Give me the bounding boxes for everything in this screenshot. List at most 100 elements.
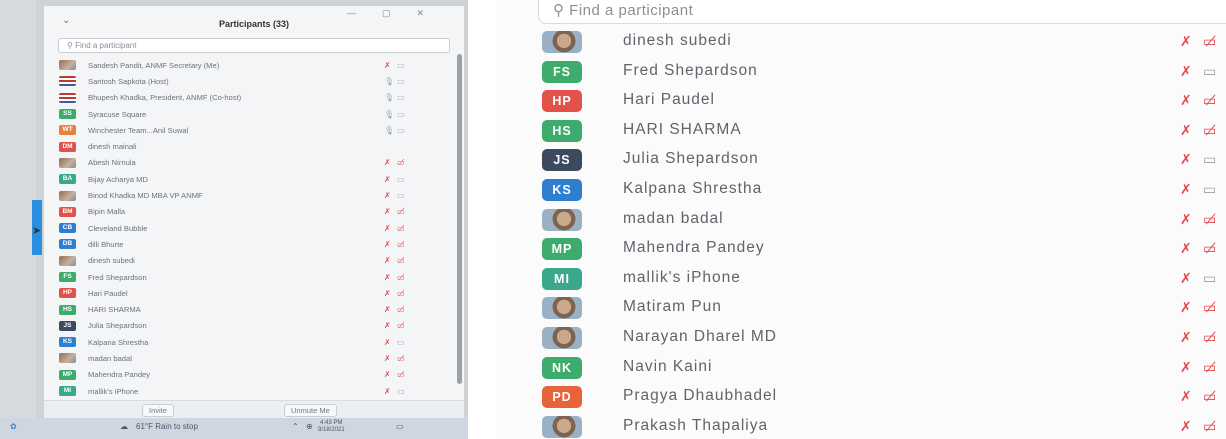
video-icon: ▭: [397, 60, 405, 70]
unmute-me-button[interactable]: Unmute Me: [284, 404, 337, 417]
participant-name: dinesh mainali: [88, 142, 137, 152]
participant-name: dilli Bhurte: [88, 239, 124, 249]
participant-row[interactable]: madan badal ✗ ▭̸: [44, 350, 464, 366]
participant-name: dinesh subedi: [623, 32, 732, 49]
avatar: MP: [542, 238, 582, 261]
participant-row[interactable]: HP Hari Paudel ✗ ▭̸: [44, 285, 464, 301]
search-placeholder: Find a participant: [569, 2, 694, 19]
avatar: HP: [59, 288, 76, 299]
network-icon: ⊕: [306, 422, 313, 431]
mic-muted-icon: ✗: [384, 337, 391, 347]
participant-row[interactable]: Bhupesh Khadka, President, ANMF (Co-host…: [44, 90, 464, 106]
participant-row[interactable]: Matiram Pun ✗ ▭̸: [496, 294, 1226, 324]
participant-row[interactable]: Narayan Dharel MD ✗ ▭̸: [496, 324, 1226, 354]
participant-row[interactable]: MP Mahendra Pandey ✗ ▭̸: [44, 367, 464, 383]
participant-row[interactable]: dinesh subedi ✗ ▭̸: [496, 28, 1226, 58]
mic-muted-icon: ✗: [1180, 151, 1192, 168]
participant-row[interactable]: SS Syracuse Square 🎙 ▭: [44, 106, 464, 122]
mic-muted-icon: ✗: [1180, 299, 1192, 316]
participant-row[interactable]: FS Fred Shepardson ✗ ▭: [496, 58, 1226, 88]
participant-name: Fred Shepardson: [88, 272, 147, 282]
participant-row[interactable]: PD Pragya Dhaubhadel ✗ ▭̸: [496, 383, 1226, 413]
start-icon[interactable]: ✿: [10, 422, 17, 431]
participant-row[interactable]: NK Navin Kaini ✗ ▭̸: [496, 354, 1226, 384]
video-off-icon: ▭̸: [1203, 210, 1217, 227]
participant-row[interactable]: WT Winchester Team...Anil Suwal 🎙 ▭: [44, 122, 464, 138]
avatar: BM: [59, 206, 76, 217]
participant-row[interactable]: BA Bijay Acharya MD ✗ ▭: [44, 171, 464, 187]
left-screenshot: ➤ ⌄ Participants (33) —▢✕ ⚲ Find a parti…: [0, 0, 468, 439]
participant-name: Sandesh Pandit, ANMF Secretary (Me): [88, 60, 220, 70]
notification-icon[interactable]: ▭: [396, 422, 404, 431]
participant-name: Hari Paudel: [88, 288, 128, 298]
clock[interactable]: 4:43 PM 9/18/2021: [318, 420, 345, 434]
participant-name: Winchester Team...Anil Suwal: [88, 125, 189, 135]
taskbar: ✿ ☁ 61°F Rain to stop ⌃ ⊕ 4:43 PM 9/18/2…: [0, 418, 468, 439]
mic-muted-icon: ✗: [384, 256, 391, 266]
participant-name: Prakash Thapaliya: [623, 416, 769, 434]
participant-row[interactable]: madan badal ✗ ▭̸: [496, 206, 1226, 236]
participant-row[interactable]: CB Cleveland Bubble ✗ ▭̸: [44, 220, 464, 236]
participant-row[interactable]: HS HARI SHARMA ✗ ▭̸: [496, 117, 1226, 147]
participant-row[interactable]: DB dilli Bhurte ✗ ▭̸: [44, 236, 464, 252]
participant-row[interactable]: JS Julia Shepardson ✗ ▭̸: [44, 318, 464, 334]
mic-muted-icon: ✗: [384, 207, 391, 217]
video-icon: ▭: [1203, 269, 1217, 286]
participant-row[interactable]: Sandesh Pandit, ANMF Secretary (Me) ✗ ▭: [44, 57, 464, 73]
participant-row[interactable]: BM Bipin Malla ✗ ▭̸: [44, 204, 464, 220]
participant-row[interactable]: HP Hari Paudel ✗ ▭̸: [496, 87, 1226, 117]
participant-row[interactable]: dinesh subedi ✗ ▭̸: [44, 253, 464, 269]
video-icon: ▭: [397, 125, 405, 135]
invite-button[interactable]: Invite: [142, 404, 174, 417]
participant-row[interactable]: HS HARI SHARMA ✗ ▭̸: [44, 301, 464, 317]
participant-row[interactable]: MI mallik's iPhone ✗ ▭: [44, 383, 464, 399]
search-input[interactable]: ⚲ Find a participant: [538, 0, 1226, 24]
avatar: WT: [59, 125, 76, 136]
clock-date: 9/18/2021: [318, 427, 345, 433]
mic-muted-icon: ✗: [384, 223, 391, 233]
video-off-icon: ▭̸: [1203, 358, 1217, 375]
participant-row[interactable]: FS Fred Shepardson ✗ ▭̸: [44, 269, 464, 285]
participant-row[interactable]: MP Mahendra Pandey ✗ ▭̸: [496, 235, 1226, 265]
avatar: HS: [542, 119, 582, 142]
participant-row[interactable]: Santosh Sapkota (Host) 🎙 ▭: [44, 73, 464, 89]
participant-name: Binod Khadka MD MBA VP ANMF: [88, 191, 203, 201]
avatar: BA: [59, 174, 76, 185]
mic-muted-icon: ✗: [1180, 388, 1192, 405]
right-screenshot: ⚲ Find a participant dinesh subedi ✗ ▭̸ FS F…: [496, 0, 1226, 439]
mouse-cursor-icon: ➤: [32, 225, 42, 237]
weather-text[interactable]: 61°F Rain to stop: [136, 422, 198, 431]
participant-name: Mahendra Pandey: [623, 239, 765, 257]
participant-name: Julia Shepardson: [623, 150, 759, 168]
video-off-icon: ▭̸: [397, 256, 405, 266]
avatar: [542, 327, 582, 349]
video-icon: ▭: [397, 337, 405, 347]
video-icon: ▭: [397, 174, 405, 184]
participant-name: Pragya Dhaubhadel: [623, 387, 778, 405]
window-edge: [0, 0, 36, 439]
participant-row[interactable]: Prakash Thapaliya ✗ ▭̸: [496, 413, 1226, 439]
tray-chevron-icon[interactable]: ⌃: [292, 422, 299, 431]
participant-name: Abesh Nirnula: [88, 158, 136, 168]
participant-row[interactable]: JS Julia Shepardson ✗ ▭: [496, 146, 1226, 176]
scrollbar[interactable]: [457, 54, 462, 384]
participant-name: Fred Shepardson: [623, 61, 758, 79]
participant-name: Mahendra Pandey: [88, 370, 151, 380]
avatar: KS: [542, 179, 582, 201]
participant-row[interactable]: MI mallik's iPhone ✗ ▭: [496, 265, 1226, 295]
mic-muted-icon: ✗: [1180, 181, 1192, 197]
video-icon: ▭: [397, 76, 405, 86]
avatar: NK: [542, 356, 582, 379]
participant-row[interactable]: Binod Khadka MD MBA VP ANMF ✗ ▭: [44, 187, 464, 203]
participant-row[interactable]: KS Kalpana Shrestha ✗ ▭: [496, 176, 1226, 206]
search-input[interactable]: ⚲ Find a participant: [58, 38, 450, 53]
video-off-icon: ▭̸: [397, 272, 405, 282]
participant-row[interactable]: Abesh Nirnula ✗ ▭̸: [44, 155, 464, 171]
participant-list: Sandesh Pandit, ANMF Secretary (Me) ✗ ▭ San…: [44, 57, 464, 399]
video-icon: ▭: [1203, 62, 1217, 79]
avatar: CB: [59, 223, 76, 234]
participant-row[interactable]: KS Kalpana Shrestha ✗ ▭: [44, 334, 464, 350]
participant-row[interactable]: DM dinesh mainali: [44, 138, 464, 154]
window-controls[interactable]: —▢✕: [347, 8, 450, 19]
video-off-icon: ▭̸: [1203, 417, 1217, 434]
